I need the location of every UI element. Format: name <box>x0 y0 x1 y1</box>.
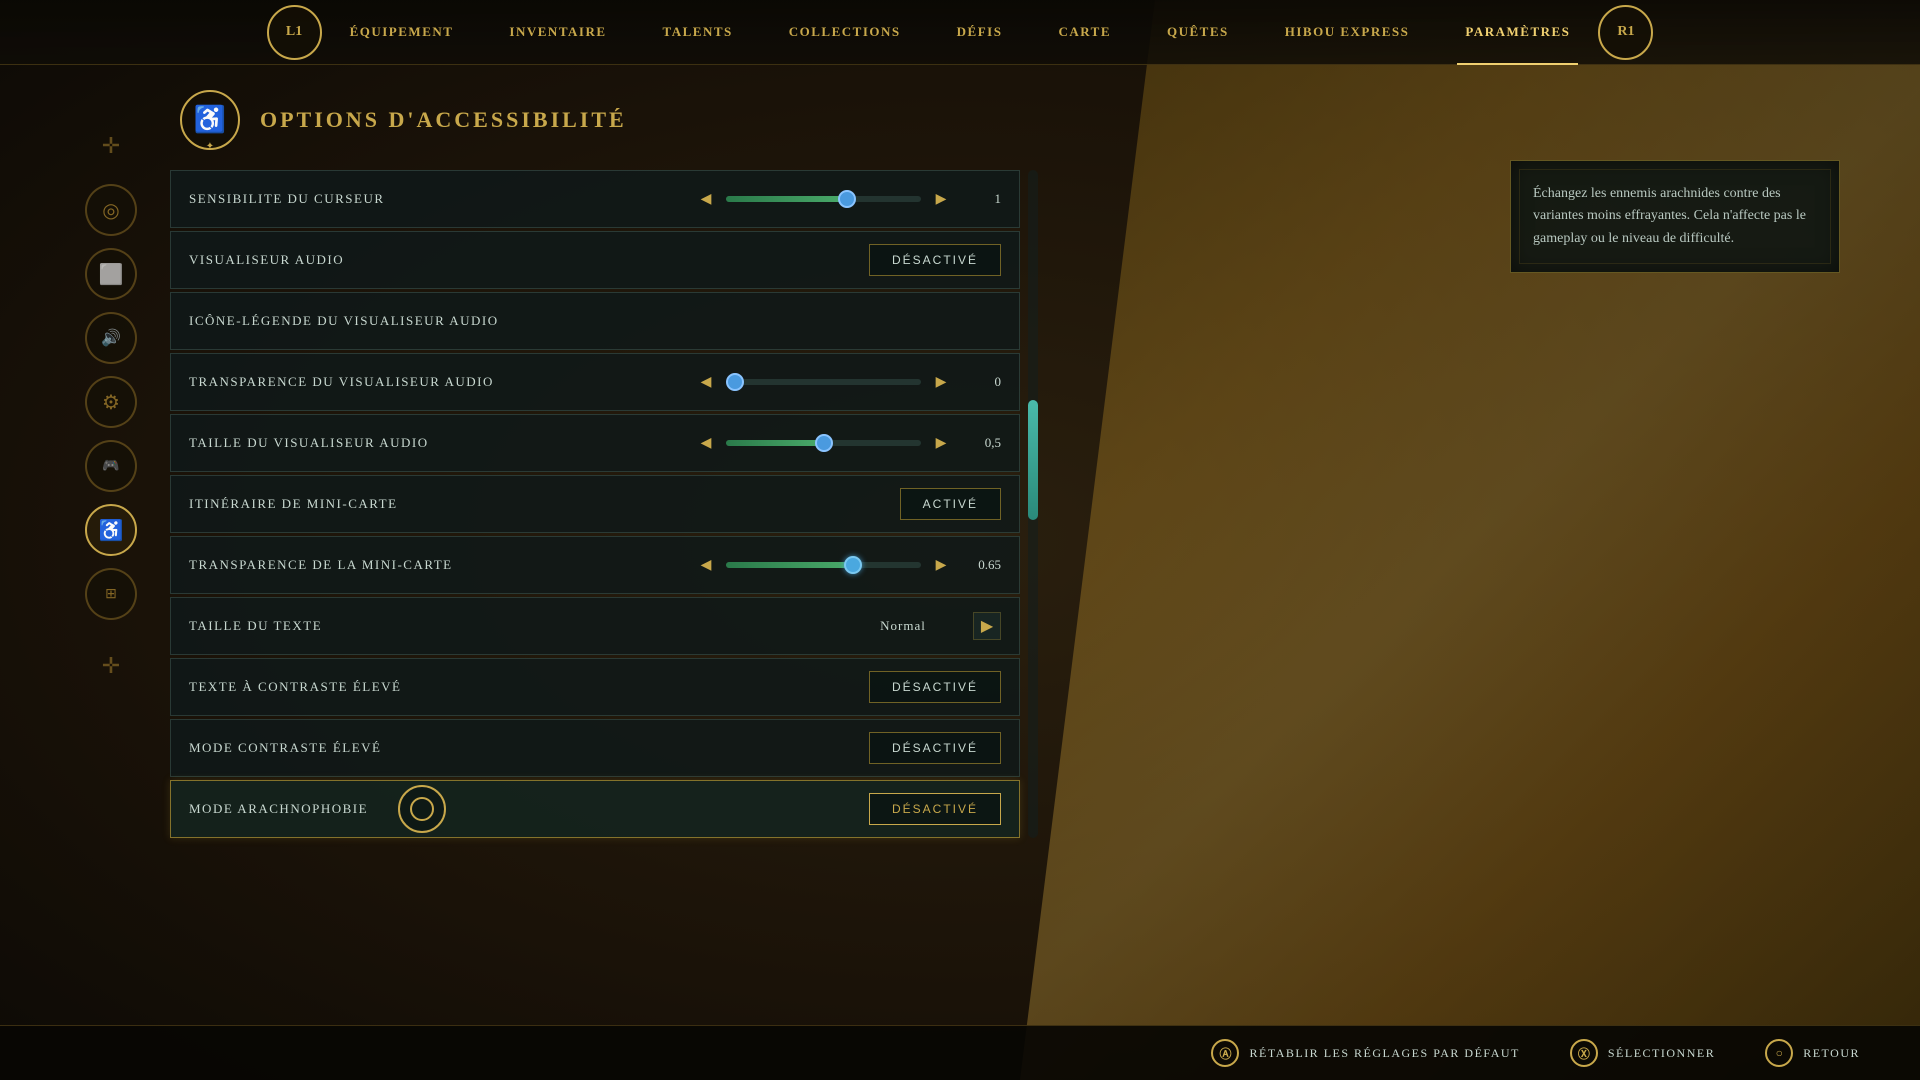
taille-vis-value: 0,5 <box>961 435 1001 451</box>
setting-taille-visualiseur: TAILLE DU VISUALISEUR AUDIO ◀ ▶ 0,5 <box>170 414 1020 472</box>
sensibilite-curseur-right-arrow[interactable]: ▶ <box>931 191 951 208</box>
reset-icon: Ⓐ <box>1211 1039 1239 1067</box>
nav-item-defis[interactable]: DÉFIS <box>929 0 1031 65</box>
setting-transparence-mini-carte: TRANSPARENCE DE LA MINI-CARTE ◀ ▶ 0.65 <box>170 536 1020 594</box>
info-panel: Échangez les ennemis arachnides contre d… <box>1510 160 1840 273</box>
setting-mode-contraste-eleve: MODE CONTRASTE ÉLEVÉ DÉSACTIVÉ <box>170 719 1020 777</box>
nav-item-carte[interactable]: CARTE <box>1030 0 1139 65</box>
select-action[interactable]: Ⓧ SÉLECTIONNER <box>1570 1039 1715 1067</box>
transparence-mini-carte-label: TRANSPARENCE DE LA MINI-CARTE <box>189 557 453 573</box>
sensibilite-curseur-value: 1 <box>961 191 1001 207</box>
sidebar-gamepad-icon[interactable]: 🎮 <box>85 440 137 492</box>
setting-icone-legende: ICÔNE-LÉGENDE DU VISUALISEUR AUDIO <box>170 292 1020 350</box>
transparence-mc-track[interactable] <box>726 562 921 568</box>
nav-r1-button[interactable]: R1 <box>1598 5 1653 60</box>
nav-item-hibou[interactable]: HIBOU EXPRESS <box>1257 0 1438 65</box>
mode-contraste-eleve-toggle[interactable]: DÉSACTIVÉ <box>869 732 1001 764</box>
taille-texte-value: Normal <box>843 618 963 634</box>
transparence-mc-right-arrow[interactable]: ▶ <box>931 557 951 574</box>
itineraire-mini-carte-toggle[interactable]: ACTIVÉ <box>900 488 1001 520</box>
back-label: RETOUR <box>1803 1046 1860 1061</box>
setting-itineraire-mini-carte: ITINÉRAIRE DE MINI-CARTE ACTIVÉ <box>170 475 1020 533</box>
setting-sensibilite-curseur: SENSIBILITE DU CURSEUR ◀ ▶ 1 <box>170 170 1020 228</box>
taille-visualiseur-slider: ◀ ▶ 0,5 <box>696 435 1001 452</box>
transparence-mini-carte-slider: ◀ ▶ 0.65 <box>696 557 1001 574</box>
nav-item-equipement[interactable]: ÉQUIPEMENT <box>322 0 482 65</box>
sidebar: ✛ ◎ ⬜ 🔊 ⚙ 🎮 ♿ ⊞ ✛ <box>85 120 137 692</box>
sensibilite-curseur-left-arrow[interactable]: ◀ <box>696 191 716 208</box>
nav-item-quetes[interactable]: QUÊTES <box>1139 0 1257 65</box>
visualiseur-audio-toggle[interactable]: DÉSACTIVÉ <box>869 244 1001 276</box>
sidebar-gear-icon[interactable]: ⚙ <box>85 376 137 428</box>
setting-texte-contraste-eleve: TEXTE À CONTRASTE ÉLEVÉ DÉSACTIVÉ <box>170 658 1020 716</box>
texte-contraste-eleve-label: TEXTE À CONTRASTE ÉLEVÉ <box>189 679 402 695</box>
nav-l1-button[interactable]: L1 <box>267 5 322 60</box>
taille-texte-select: Normal ▶ <box>843 612 1001 640</box>
select-label: SÉLECTIONNER <box>1608 1046 1715 1061</box>
back-icon: ○ <box>1765 1039 1793 1067</box>
sidebar-bottom-cross-icon[interactable]: ✛ <box>85 640 137 692</box>
transparence-vis-right-arrow[interactable]: ▶ <box>931 374 951 391</box>
transparence-mc-left-arrow[interactable]: ◀ <box>696 557 716 574</box>
setting-mode-arachnophobie: MODE ARACHNOPHOBIE DÉSACTIVÉ <box>170 780 1020 838</box>
sensibilite-curseur-slider: ◀ ▶ 1 <box>696 191 1001 208</box>
transparence-vis-track[interactable] <box>726 379 921 385</box>
mode-arachnophobie-toggle[interactable]: DÉSACTIVÉ <box>869 793 1001 825</box>
transparence-visualiseur-slider: ◀ ▶ 0 <box>696 374 1001 391</box>
sidebar-accessibility-icon[interactable]: ♿ <box>85 504 137 556</box>
taille-texte-right-arrow[interactable]: ▶ <box>973 612 1001 640</box>
sensibilite-curseur-track[interactable] <box>726 196 921 202</box>
mode-contraste-eleve-label: MODE CONTRASTE ÉLEVÉ <box>189 740 382 756</box>
arachnophobie-icon <box>398 785 446 833</box>
setting-visualiseur-audio: VISUALISEUR AUDIO DÉSACTIVÉ <box>170 231 1020 289</box>
sidebar-display-icon[interactable]: ⬜ <box>85 248 137 300</box>
scrollbar-thumb[interactable] <box>1028 400 1038 520</box>
bottom-bar: Ⓐ RÉTABLIR LES RÉGLAGES PAR DÉFAUT Ⓧ SÉL… <box>0 1025 1920 1080</box>
transparence-visualiseur-label: TRANSPARENCE DU VISUALISEUR AUDIO <box>189 374 494 390</box>
info-panel-text: Échangez les ennemis arachnides contre d… <box>1533 183 1817 250</box>
icone-legende-label: ICÔNE-LÉGENDE DU VISUALISEUR AUDIO <box>189 313 499 329</box>
settings-list: SENSIBILITE DU CURSEUR ◀ ▶ 1 VISUALISEUR… <box>170 170 1020 838</box>
taille-vis-track[interactable] <box>726 440 921 446</box>
title-area: ♿ ✦ OPTIONS D'ACCESSIBILITÉ <box>170 90 1020 150</box>
top-navigation: L1 ÉQUIPEMENT INVENTAIRE TALENTS COLLECT… <box>0 0 1920 65</box>
taille-vis-right-arrow[interactable]: ▶ <box>931 435 951 452</box>
select-icon: Ⓧ <box>1570 1039 1598 1067</box>
back-action[interactable]: ○ RETOUR <box>1765 1039 1860 1067</box>
visualiseur-audio-label: VISUALISEUR AUDIO <box>189 252 344 268</box>
page-title: OPTIONS D'ACCESSIBILITÉ <box>260 107 627 133</box>
reset-label: RÉTABLIR LES RÉGLAGES PAR DÉFAUT <box>1249 1046 1519 1061</box>
main-content: ♿ ✦ OPTIONS D'ACCESSIBILITÉ SENSIBILITE … <box>170 90 1020 838</box>
sensibilite-curseur-label: SENSIBILITE DU CURSEUR <box>189 191 385 207</box>
texte-contraste-eleve-toggle[interactable]: DÉSACTIVÉ <box>869 671 1001 703</box>
itineraire-mini-carte-label: ITINÉRAIRE DE MINI-CARTE <box>189 496 398 512</box>
nav-item-inventaire[interactable]: INVENTAIRE <box>481 0 634 65</box>
taille-vis-left-arrow[interactable]: ◀ <box>696 435 716 452</box>
sidebar-network-icon[interactable]: ⊞ <box>85 568 137 620</box>
nav-item-parametres[interactable]: PARAMÈTRES <box>1437 0 1598 65</box>
sidebar-crosshair-icon[interactable]: ✛ <box>85 120 137 172</box>
reset-action[interactable]: Ⓐ RÉTABLIR LES RÉGLAGES PAR DÉFAUT <box>1211 1039 1519 1067</box>
setting-transparence-visualiseur: TRANSPARENCE DU VISUALISEUR AUDIO ◀ ▶ 0 <box>170 353 1020 411</box>
scrollbar[interactable] <box>1028 170 1038 838</box>
setting-taille-texte: TAILLE DU TEXTE Normal ▶ <box>170 597 1020 655</box>
transparence-mc-value: 0.65 <box>961 557 1001 573</box>
taille-visualiseur-label: TAILLE DU VISUALISEUR AUDIO <box>189 435 429 451</box>
nav-item-talents[interactable]: TALENTS <box>635 0 761 65</box>
sidebar-disc-icon[interactable]: ◎ <box>85 184 137 236</box>
taille-texte-label: TAILLE DU TEXTE <box>189 618 322 634</box>
transparence-vis-value: 0 <box>961 374 1001 390</box>
sidebar-sound-icon[interactable]: 🔊 <box>85 312 137 364</box>
arachnophobie-inner-circle <box>410 797 434 821</box>
transparence-vis-left-arrow[interactable]: ◀ <box>696 374 716 391</box>
nav-item-collections[interactable]: COLLECTIONS <box>761 0 929 65</box>
mode-arachnophobie-label: MODE ARACHNOPHOBIE <box>189 801 368 817</box>
accessibility-title-icon: ♿ ✦ <box>180 90 240 150</box>
